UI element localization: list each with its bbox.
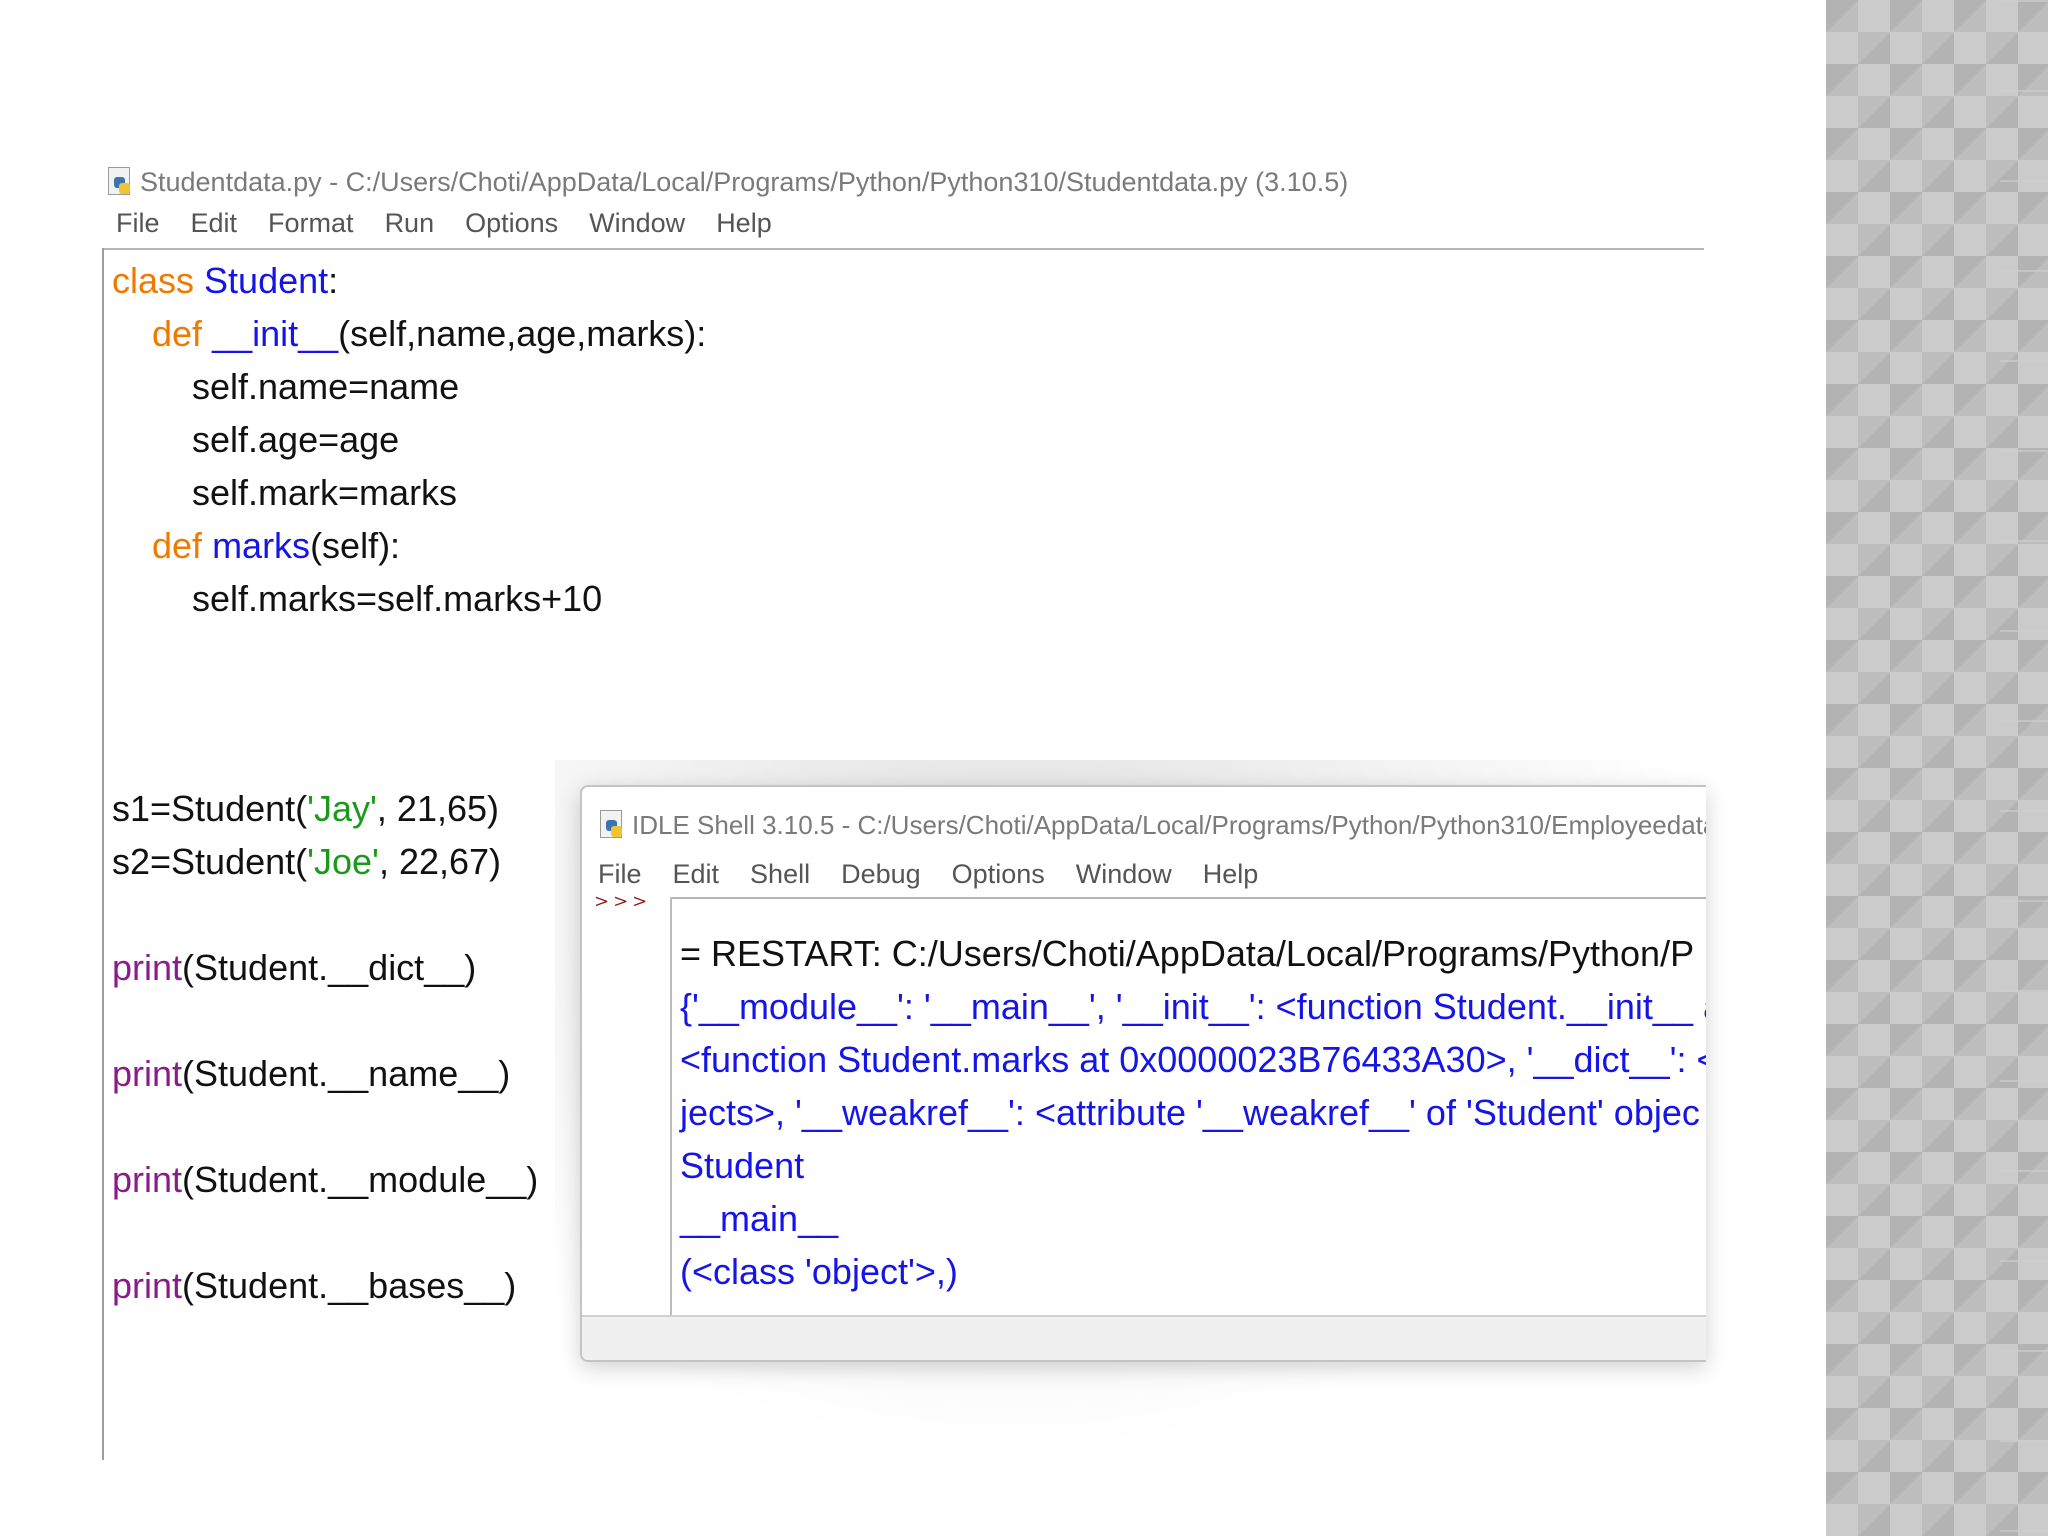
code-line: def __init__(self,name,age,marks): bbox=[152, 313, 707, 354]
code-line: print(Student.__module__) bbox=[112, 1159, 539, 1200]
shell-menu-shell[interactable]: Shell bbox=[750, 859, 810, 890]
code-line: self.age=age bbox=[192, 419, 400, 460]
shell-gutter-divider bbox=[670, 897, 672, 1317]
menu-help[interactable]: Help bbox=[716, 208, 772, 248]
code-line: s2=Student('Joe', 22,67) bbox=[112, 841, 502, 882]
menu-options[interactable]: Options bbox=[465, 208, 558, 248]
code-editor-area[interactable]: class Student: def __init__(self,name,ag… bbox=[112, 254, 706, 625]
menu-run[interactable]: Run bbox=[385, 208, 435, 248]
shell-output-line: = RESTART: C:/Users/Choti/AppData/Local/… bbox=[680, 933, 1695, 974]
menu-edit[interactable]: Edit bbox=[191, 208, 238, 248]
code-line: print(Student.__name__) bbox=[112, 1053, 511, 1094]
menu-divider bbox=[102, 248, 1704, 250]
python-shell-icon bbox=[598, 810, 624, 840]
shell-prompt: >>> bbox=[594, 891, 652, 912]
editor-titlebar: Studentdata.py - C:/Users/Choti/AppData/… bbox=[106, 162, 1348, 202]
code-line: print(Student.__dict__) bbox=[112, 947, 477, 988]
editor-menubar: File Edit Format Run Options Window Help bbox=[116, 208, 803, 248]
shell-output-line: jects>, '__weakref__': <attribute '__wea… bbox=[680, 1092, 1700, 1133]
shell-menubar: File Edit Shell Debug Options Window Hel… bbox=[598, 859, 1289, 890]
code-line: print(Student.__bases__) bbox=[112, 1265, 517, 1306]
shell-output-line: Student bbox=[680, 1145, 805, 1186]
menu-format[interactable]: Format bbox=[268, 208, 354, 248]
menu-file[interactable]: File bbox=[116, 208, 160, 248]
code-line: self.marks=self.marks+10 bbox=[192, 578, 603, 619]
shell-output-line: (<class 'object'>,) bbox=[680, 1251, 958, 1292]
code-line: class Student: bbox=[112, 260, 339, 301]
code-line: self.mark=marks bbox=[192, 472, 458, 513]
shell-output-line: {'__module__': '__main__', '__init__': <… bbox=[680, 986, 1706, 1027]
editor-border bbox=[102, 248, 104, 1460]
shell-titlebar: IDLE Shell 3.10.5 - C:/Users/Choti/AppDa… bbox=[598, 805, 1706, 845]
shell-menu-window[interactable]: Window bbox=[1076, 859, 1172, 890]
shell-output-line: __main__ bbox=[680, 1198, 839, 1239]
shell-status-bar bbox=[582, 1315, 1706, 1360]
code-line: def marks(self): bbox=[152, 525, 401, 566]
code-line: self.name=name bbox=[192, 366, 460, 407]
editor-title: Studentdata.py - C:/Users/Choti/AppData/… bbox=[140, 166, 1349, 197]
shell-menu-file[interactable]: File bbox=[598, 859, 642, 890]
code-line: s1=Student('Jay', 21,65) bbox=[112, 788, 500, 829]
shell-menu-debug[interactable]: Debug bbox=[841, 859, 921, 890]
shell-menu-options[interactable]: Options bbox=[952, 859, 1045, 890]
menu-window[interactable]: Window bbox=[589, 208, 685, 248]
decorative-pattern-edge bbox=[2000, 0, 2048, 1536]
shell-menu-help[interactable]: Help bbox=[1203, 859, 1259, 890]
python-file-icon bbox=[106, 167, 132, 197]
shell-title: IDLE Shell 3.10.5 - C:/Users/Choti/AppDa… bbox=[632, 809, 1706, 840]
shell-output-line: <function Student.marks at 0x0000023B764… bbox=[680, 1039, 1706, 1080]
code-editor-area-lower[interactable]: s1=Student('Jay', 21,65) s2=Student('Joe'… bbox=[112, 782, 538, 1312]
shell-output-area[interactable]: = RESTART: C:/Users/Choti/AppData/Local/… bbox=[680, 927, 1706, 1298]
shell-menu-divider bbox=[670, 897, 1706, 899]
idle-shell-window: IDLE Shell 3.10.5 - C:/Users/Choti/AppDa… bbox=[580, 785, 1706, 1362]
shell-menu-edit[interactable]: Edit bbox=[673, 859, 720, 890]
